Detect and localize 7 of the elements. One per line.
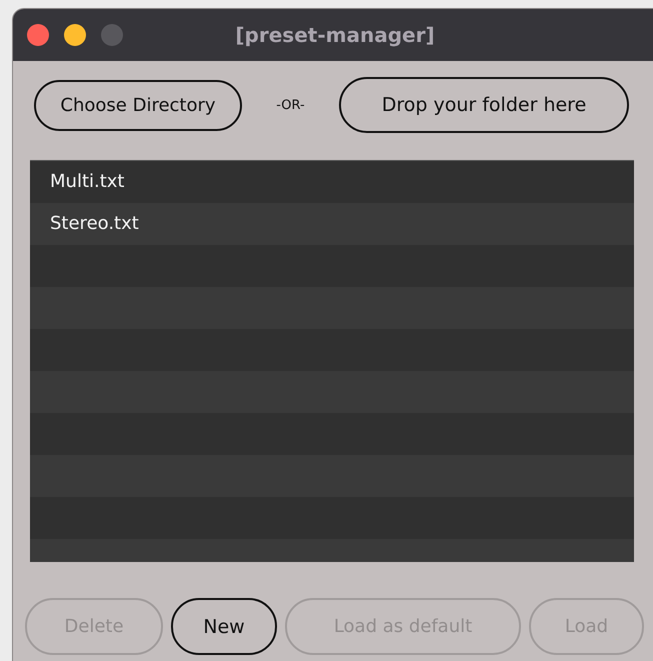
separator-text: -OR- <box>275 98 306 112</box>
drop-zone[interactable]: Drop your folder here <box>339 77 629 133</box>
action-button[interactable]: New <box>171 598 277 655</box>
close-icon[interactable] <box>27 24 49 46</box>
choose-directory-button[interactable]: Choose Directory <box>34 80 242 130</box>
minimize-icon[interactable] <box>64 24 86 46</box>
window-title: [preset-manager] <box>235 23 435 47</box>
